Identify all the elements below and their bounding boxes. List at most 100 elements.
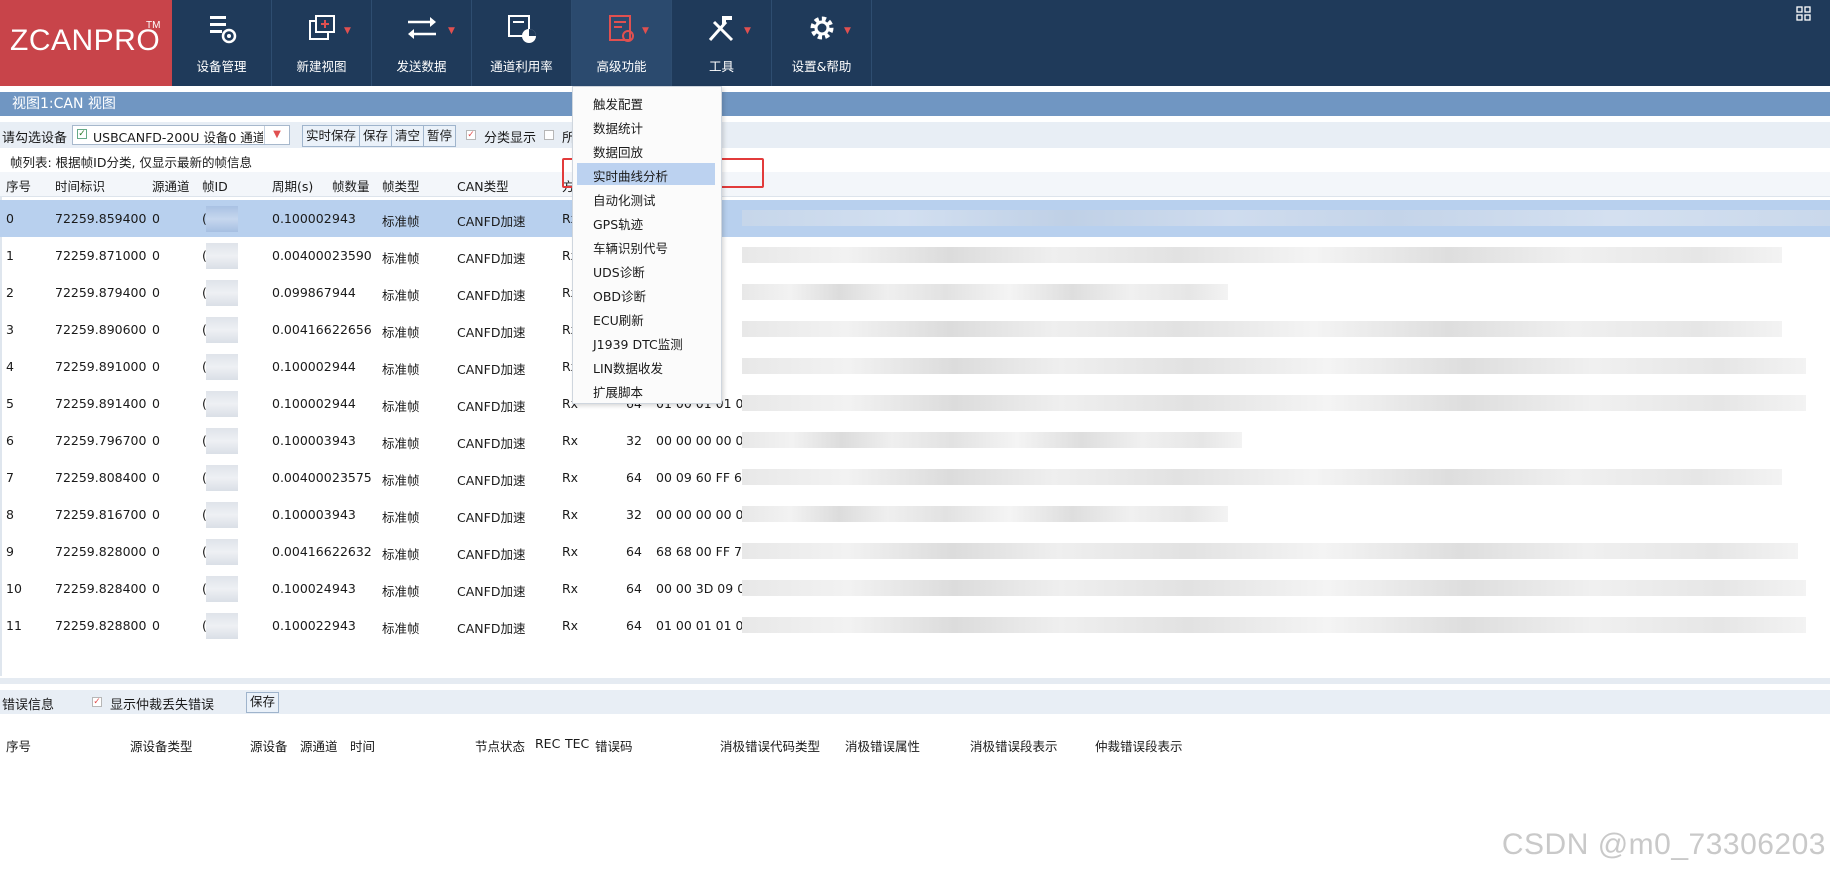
table-row[interactable]: 3 72259.890600 0(0.004166 22656 标准帧 CANFD加速 Rx… xyxy=(0,311,1830,348)
toolbar-channel-usage[interactable]: 通道利用率 xyxy=(472,0,572,86)
extra-checkbox[interactable] xyxy=(544,130,554,140)
menu-item[interactable]: GPS轨迹 xyxy=(573,211,721,233)
cell-count: 944 xyxy=(332,285,356,300)
cell-ftype: 标准帧 xyxy=(382,362,420,377)
err-col-source-type[interactable]: 源设备类型 xyxy=(130,736,193,755)
cell-count: 944 xyxy=(332,396,356,411)
device-checkbox[interactable]: ✓ xyxy=(77,129,87,139)
menu-item[interactable]: 车辆识别代号 xyxy=(573,235,721,257)
toolbar-device-manage[interactable]: 设备管理 xyxy=(172,0,272,86)
menu-item[interactable]: 扩展脚本 xyxy=(573,379,721,401)
cell-period: 0.004166 xyxy=(272,544,332,559)
col-period[interactable]: 周期(s) xyxy=(272,176,313,195)
menu-item[interactable]: 数据统计 xyxy=(573,115,721,137)
cell-idx: 8 xyxy=(6,507,14,522)
table-row[interactable]: 1 72259.871000 0(0.004000 23590 标准帧 CANFD加速 Rx… xyxy=(0,237,1830,274)
err-col-passive-attr[interactable]: 消极错误属性 xyxy=(845,736,920,755)
cell-ch: 0 xyxy=(152,359,160,374)
toolbar-settings-help[interactable]: ▼ 设置&帮助 xyxy=(772,0,872,86)
layout-grid-icon[interactable] xyxy=(1796,6,1812,22)
menu-item[interactable]: 数据回放 xyxy=(573,139,721,161)
device-select[interactable]: ✓ USBCANFD-200U 设备0 通道0 ▼ xyxy=(72,125,290,145)
err-col-rec[interactable]: REC xyxy=(535,736,560,751)
cell-period: 0.100022 xyxy=(272,618,332,633)
classify-checkbox[interactable]: ✓ xyxy=(466,130,476,140)
cell-time: 72259.871000 xyxy=(55,248,147,263)
menu-item[interactable]: 触发配置 xyxy=(573,91,721,113)
err-col-time[interactable]: 时间 xyxy=(350,736,375,755)
cell-time: 72259.890600 xyxy=(55,322,147,337)
menu-item-label: 扩展脚本 xyxy=(593,385,644,400)
cell-data: 00 00 00 00 00 xyxy=(656,433,752,448)
col-frame-id[interactable]: 帧ID xyxy=(202,176,228,195)
table-row[interactable]: 472259.8910000(0.100002944标准帧CANFD加速Rx7 … xyxy=(0,348,1830,385)
menu-item[interactable]: LIN数据收发 xyxy=(573,355,721,377)
col-frame-type[interactable]: 帧类型 xyxy=(382,176,420,195)
toolbar-label: 通道利用率 xyxy=(490,59,553,74)
cell-ftype: 标准帧 xyxy=(382,214,420,229)
save-button[interactable]: 保存 xyxy=(360,126,393,146)
pause-button[interactable]: 暂停 xyxy=(424,126,456,146)
cell-period: 0.100002 xyxy=(272,211,332,226)
toolbar-advanced[interactable]: ▼ 高级功能 xyxy=(572,0,672,86)
err-col-error-code[interactable]: 错误码 xyxy=(595,736,633,755)
col-count[interactable]: 帧数量 xyxy=(332,176,370,195)
app-logo: ZCANPRO TM xyxy=(0,0,172,86)
table-row[interactable]: 272259.8794000(0.099867944标准帧CANFD加速Rx0 … xyxy=(0,274,1830,311)
cell-idx: 4 xyxy=(6,359,14,374)
err-col-source-device[interactable]: 源设备 xyxy=(250,736,288,755)
table-row[interactable]: 7 72259.808400 0 (0.004000 23575 标准帧 CANFD加速 Rx… xyxy=(0,459,1830,496)
err-col-tec[interactable]: TEC xyxy=(565,736,589,751)
toolbar-send-data[interactable]: ▼ 发送数据 xyxy=(372,0,472,86)
data-redaction-bar xyxy=(742,617,1806,633)
show-arbitration-checkbox[interactable]: ✓ xyxy=(92,697,102,707)
frame-table-header: 序号 时间标识 源通道 帧ID 周期(s) 帧数量 帧类型 CAN类型 方 xyxy=(0,172,1830,197)
cell-period: 0.004166 xyxy=(272,322,332,337)
menu-item[interactable]: J1939 DTC监测 xyxy=(573,331,721,353)
table-row[interactable]: 10 72259.828400 0 (0.100024 943 标准帧 CANFD加速 Rx 6… xyxy=(0,570,1830,607)
menu-item[interactable]: 实时曲线分析 xyxy=(573,163,721,185)
cell-id: ( xyxy=(202,285,207,300)
menu-item-label: 触发配置 xyxy=(593,97,644,112)
table-row[interactable]: 11 72259.828800 0 (0.100022 943 标准帧 CANFD加速 Rx 6… xyxy=(0,607,1830,644)
err-col-source-channel[interactable]: 源通道 xyxy=(300,736,338,755)
menu-item[interactable]: UDS诊断 xyxy=(573,259,721,281)
err-col-arbitration-segment[interactable]: 仲裁错误段表示 xyxy=(1095,736,1183,755)
chevron-down-icon: ▼ xyxy=(642,26,649,36)
err-col-node-state[interactable]: 节点状态 xyxy=(475,736,525,755)
clear-button[interactable]: 清空 xyxy=(392,126,425,146)
cell-dir: Rx xyxy=(562,581,579,596)
cell-ch: 0 xyxy=(152,470,160,485)
menu-item[interactable]: 自动化测试 xyxy=(573,187,721,209)
col-index[interactable]: 序号 xyxy=(6,176,31,195)
error-save-button[interactable]: 保存 xyxy=(246,692,280,713)
table-row[interactable]: 6 72259.796700 0 (0.100003 943 标准帧 CANFD加速 Rx 32… xyxy=(0,422,1830,459)
menu-item-label: 数据回放 xyxy=(593,145,644,160)
table-row[interactable]: 572259.8914000(0.100002944标准帧CANFD加速Rx64… xyxy=(0,385,1830,422)
cell-data: 00 00 00 00 00 xyxy=(656,507,752,522)
table-row[interactable]: 9 72259.828000 0 (0.004166 22632 标准帧 CANFD加速 Rx… xyxy=(0,533,1830,570)
panel-divider[interactable] xyxy=(0,678,1830,684)
toolbar-tools[interactable]: ▼ 工具 xyxy=(672,0,772,86)
chevron-down-icon[interactable]: ▼ xyxy=(264,126,289,144)
chevron-down-icon: ▼ xyxy=(448,26,455,36)
show-arbitration-label: 显示仲裁丢失错误 xyxy=(110,698,215,713)
frame-list-note: 帧列表: 根据帧ID分类, 仅显示最新的帧信息 xyxy=(10,155,252,170)
table-row[interactable]: 072259.8594000(0.100002943标准帧CANFD加速Rx0 … xyxy=(0,200,1830,237)
menu-item[interactable]: OBD诊断 xyxy=(573,283,721,305)
cell-count: 944 xyxy=(332,359,356,374)
cell-time: 72259.816700 xyxy=(55,507,147,522)
menu-item[interactable]: ECU刷新 xyxy=(573,307,721,329)
err-col-passive-segment[interactable]: 消极错误段表示 xyxy=(970,736,1058,755)
col-channel[interactable]: 源通道 xyxy=(152,176,190,195)
err-col-passive-code-type[interactable]: 消极错误代码类型 xyxy=(720,736,820,755)
realtime-save-button[interactable]: 实时保存 xyxy=(303,126,361,146)
toolbar-label: 高级功能 xyxy=(596,59,647,74)
toolbar-new-view[interactable]: ▼ 新建视图 xyxy=(272,0,372,86)
cell-ftype: 标准帧 xyxy=(382,399,420,414)
col-time[interactable]: 时间标识 xyxy=(55,176,105,195)
device-manage-icon xyxy=(209,16,236,44)
err-col-index[interactable]: 序号 xyxy=(6,736,31,755)
col-can-type[interactable]: CAN类型 xyxy=(457,176,509,195)
table-row[interactable]: 8 72259.816700 0 (0.100003 943 标准帧 CANFD加速 Rx 32… xyxy=(0,496,1830,533)
